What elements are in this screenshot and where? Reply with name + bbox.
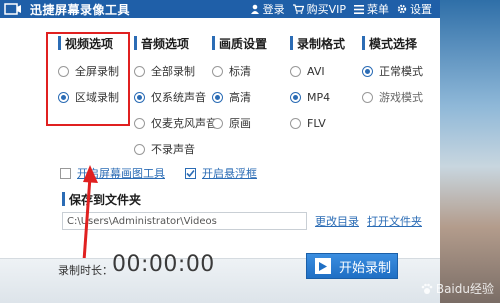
record-duration-label: 录制时长：	[58, 264, 113, 277]
option-avi[interactable]: AVI	[290, 64, 345, 78]
checkbox-floating-frame[interactable]	[185, 167, 196, 179]
radio-mic-only[interactable]	[134, 117, 145, 129]
menu-button[interactable]: 菜单	[354, 1, 389, 17]
option-record-all[interactable]: 全部录制	[134, 64, 217, 78]
quality-options-group: 画质设置 标清 高清 原画	[212, 34, 267, 130]
checkmark-icon	[186, 169, 195, 177]
option-mic-only[interactable]: 仅麦克风声音	[134, 116, 217, 130]
radio-record-all[interactable]	[134, 65, 145, 77]
mode-options-heading: 模式选择	[362, 34, 423, 52]
option-flv[interactable]: FLV	[290, 116, 345, 130]
floating-frame-toggle[interactable]: 开启悬浮框	[185, 165, 257, 181]
paw-icon	[421, 283, 433, 294]
option-no-sound[interactable]: 不录声音	[134, 142, 217, 156]
save-path-row: C:\Users\Administrator\Videos 更改目录 打开文件夹	[62, 212, 432, 230]
gear-icon	[397, 4, 407, 14]
settings-button[interactable]: 设置	[397, 1, 432, 17]
radio-mp4[interactable]	[290, 91, 301, 103]
buy-vip-button[interactable]: 购买VIP	[292, 1, 346, 17]
audio-options-group: 音频选项 全部录制 仅系统声音 仅麦克风声音 不录声音	[134, 34, 217, 156]
radio-flv[interactable]	[290, 117, 301, 129]
start-recording-label: 开始录制	[339, 260, 392, 276]
radio-hd[interactable]	[212, 91, 223, 103]
option-normal-mode[interactable]: 正常模式	[362, 64, 423, 78]
background-photo	[440, 0, 500, 303]
radio-original[interactable]	[212, 117, 223, 129]
format-options-heading: 录制格式	[290, 34, 345, 52]
radio-no-sound[interactable]	[134, 143, 145, 155]
buy-vip-label: 购买VIP	[306, 3, 346, 16]
option-game-mode[interactable]: 游戏模式	[362, 90, 423, 104]
radio-system-only[interactable]	[134, 91, 145, 103]
option-original[interactable]: 原画	[212, 116, 267, 130]
login-label: 登录	[262, 3, 285, 16]
change-directory-link[interactable]: 更改目录	[315, 213, 359, 229]
option-system-only[interactable]: 仅系统声音	[134, 90, 217, 104]
record-duration-value: 00:00:00	[112, 252, 215, 277]
radio-game-mode[interactable]	[362, 91, 373, 103]
settings-label: 设置	[410, 3, 432, 16]
watermark: Baidu经验	[421, 280, 494, 297]
login-button[interactable]: 登录	[250, 1, 285, 17]
play-icon	[315, 258, 331, 274]
radio-normal-mode[interactable]	[362, 65, 373, 77]
option-mp4[interactable]: MP4	[290, 90, 345, 104]
option-hd[interactable]: 高清	[212, 90, 267, 104]
mode-options-group: 模式选择 正常模式 游戏模式	[362, 34, 423, 104]
title-bar: 迅捷屏幕录像工具 登录 购买VIP 菜单 设置	[0, 0, 440, 18]
checkbox-screen-drawing[interactable]	[60, 167, 71, 179]
menu-label: 菜单	[367, 3, 389, 16]
app-title: 迅捷屏幕录像工具	[30, 2, 131, 17]
format-options-group: 录制格式 AVI MP4 FLV	[290, 34, 345, 130]
start-recording-button[interactable]: 开始录制	[306, 253, 398, 279]
cart-icon	[292, 4, 304, 14]
quality-options-heading: 画质设置	[212, 34, 267, 52]
radio-avi[interactable]	[290, 65, 301, 77]
annotation-highlight-box	[46, 32, 130, 126]
app-logo-icon	[0, 0, 26, 18]
user-icon	[250, 4, 259, 14]
open-folder-link[interactable]: 打开文件夹	[367, 213, 422, 229]
radio-sd[interactable]	[212, 65, 223, 77]
menu-icon	[354, 4, 364, 14]
option-sd[interactable]: 标清	[212, 64, 267, 78]
audio-options-heading: 音频选项	[134, 34, 217, 52]
